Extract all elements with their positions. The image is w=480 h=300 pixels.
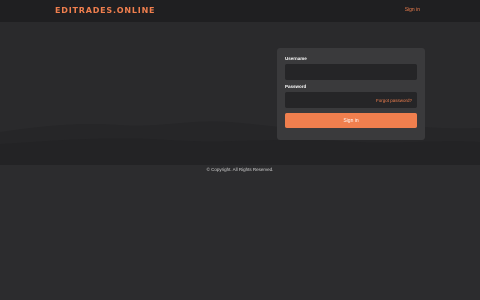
footer-copyright: © Copyright. All Rights Reserved. <box>206 167 274 172</box>
hero-section: Username Password Forgot password? Sign … <box>0 22 480 165</box>
brand-logo[interactable]: EDITRADES.ONLINE <box>55 6 155 15</box>
login-card: Username Password Forgot password? Sign … <box>277 48 425 140</box>
username-input[interactable] <box>285 64 417 80</box>
forgot-password-link[interactable]: Forgot password? <box>376 98 412 103</box>
username-label: Username <box>285 56 307 61</box>
top-navbar: EDITRADES.ONLINE Sign in <box>0 0 480 22</box>
signin-button[interactable]: Sign in <box>285 113 417 128</box>
nav-signin-link[interactable]: Sign in <box>405 7 420 13</box>
password-label: Password <box>285 84 307 89</box>
